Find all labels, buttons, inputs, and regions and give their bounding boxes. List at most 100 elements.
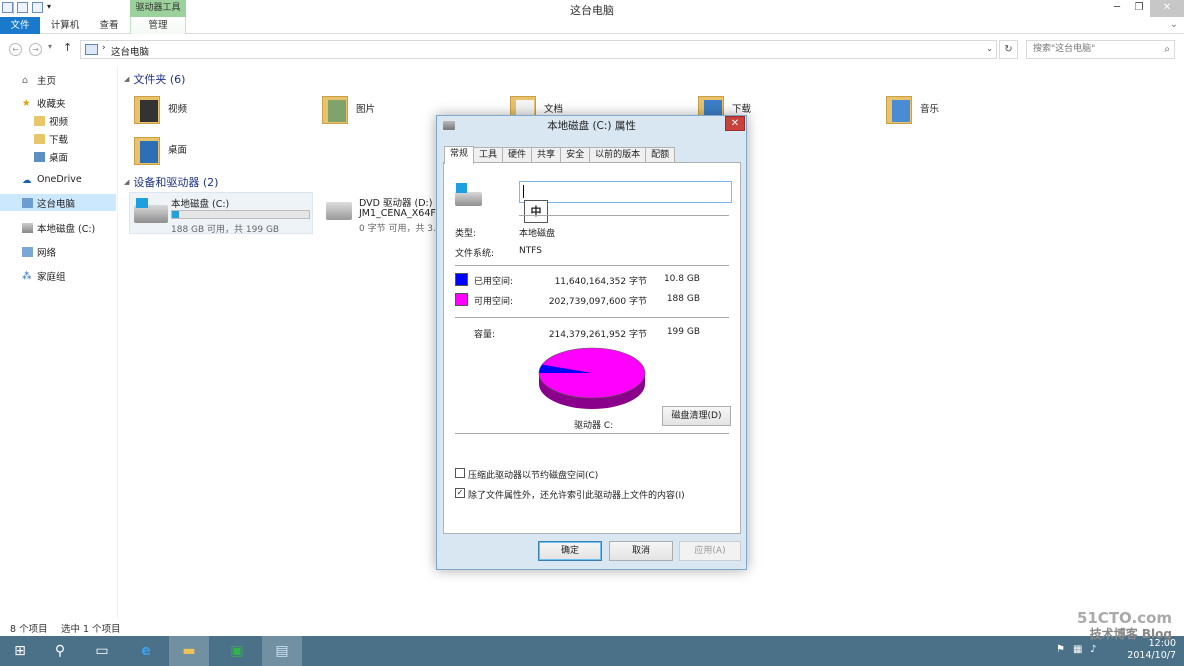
server-manager-icon[interactable]: ▤ [262, 636, 302, 666]
apply-button[interactable]: 应用(A) [679, 541, 741, 561]
start-button[interactable]: ⊞ [0, 636, 40, 666]
chevron-down-icon[interactable]: ⌄ [986, 44, 993, 53]
free-space-bytes: 202,739,097,600 字节 [548, 297, 647, 307]
used-space-bytes: 11,640,164,352 字节 [554, 277, 647, 287]
ok-button[interactable]: 确定 [538, 541, 602, 561]
refresh-button[interactable]: ↻ [999, 40, 1018, 59]
minimize-button[interactable]: ─ [1106, 0, 1128, 17]
compress-checkbox[interactable] [455, 468, 465, 478]
up-button[interactable]: ↑ [63, 41, 72, 54]
folders-group-header[interactable]: ◢ 文件夹 (6) [124, 71, 185, 87]
nav-fav-downloads[interactable]: 下载 [34, 132, 68, 146]
filesystem-label: 文件系统: [455, 249, 495, 259]
nav-homegroup[interactable]: ⁂ 家庭组 [22, 269, 66, 283]
search-placeholder: 搜索"这台电脑" [1033, 44, 1096, 54]
clock-date: 2014/10/7 [1127, 650, 1176, 661]
cancel-button[interactable]: 取消 [609, 541, 673, 561]
back-button[interactable]: ← [9, 43, 22, 56]
tab-file[interactable]: 文件 [0, 17, 40, 34]
maximize-button[interactable]: ❐ [1128, 0, 1150, 17]
ime-indicator[interactable]: 中 [524, 200, 548, 223]
desktop-folder-icon [132, 131, 162, 167]
watermark: 51CTO.com 技术博客 Blog [1077, 610, 1172, 642]
collapse-triangle-icon[interactable]: ◢ [124, 75, 129, 83]
divider [519, 215, 729, 216]
internet-explorer-icon[interactable]: e [126, 636, 166, 666]
disk-cleanup-button[interactable]: 磁盘清理(D) [662, 406, 731, 426]
search-icon[interactable]: ⌕ [1164, 41, 1170, 58]
search-taskbar-icon[interactable]: ⚲ [40, 636, 80, 666]
index-checkbox[interactable]: ✓ [455, 488, 465, 498]
nav-local-disk-label: 本地磁盘 (C:) [37, 224, 96, 235]
tab-computer[interactable]: 计算机 [44, 17, 86, 34]
nav-onedrive[interactable]: ☁ OneDrive [22, 174, 82, 186]
tab-manage[interactable]: 管理 [130, 17, 186, 34]
address-bar[interactable]: › 这台电脑 ⌄ [80, 40, 997, 59]
tab-view[interactable]: 查看 [90, 17, 128, 34]
folder-desktop-label: 桌面 [168, 145, 188, 156]
tab-security[interactable]: 安全 [560, 147, 591, 163]
devices-group-header[interactable]: ◢ 设备和驱动器 (2) [124, 174, 218, 190]
used-space-label: 已用空间: [474, 277, 514, 287]
volume-label-input[interactable] [519, 181, 732, 203]
drive-c-name: 本地磁盘 (C:) [171, 199, 230, 210]
nav-local-disk[interactable]: 本地磁盘 (C:) [22, 221, 95, 235]
tab-sharing[interactable]: 共享 [531, 147, 562, 163]
used-space-swatch [455, 273, 468, 286]
nav-fav-videos[interactable]: 视频 [34, 114, 68, 128]
capacity-bytes: 214,379,261,952 字节 [548, 330, 647, 340]
capacity-gb: 199 GB [666, 327, 700, 337]
forward-button[interactable]: → [29, 43, 42, 56]
nav-network[interactable]: 网络 [22, 245, 56, 259]
file-explorer-taskbar-icon[interactable]: ▬ [169, 636, 209, 666]
breadcrumb-this-pc[interactable]: 这台电脑 [111, 44, 149, 58]
window-title: 这台电脑 [570, 4, 614, 17]
close-button[interactable]: ✕ [1150, 0, 1184, 17]
ribbon-expand-icon[interactable]: ⌄ [1170, 19, 1178, 30]
taskbar: ⊞ ⚲ ▭ e ▬ ▣ ▤ ⚑ ▦ ♪ 12:00 2014/10/7 [0, 636, 1184, 666]
recent-dropdown-icon[interactable]: ▾ [48, 42, 52, 51]
chevron-right-icon[interactable]: › [102, 43, 106, 53]
divider [455, 433, 729, 434]
store-icon[interactable]: ▣ [217, 636, 257, 666]
drive-c-tile[interactable]: 本地磁盘 (C:) 188 GB 可用，共 199 GB [129, 192, 313, 235]
drive-d-label: JM1_CENA_X64FR [359, 208, 443, 219]
dialog-title: 本地磁盘 (C:) 属性 [547, 120, 636, 132]
nav-home[interactable]: ⌂ 主页 [22, 73, 56, 87]
nav-fav-desktop[interactable]: 桌面 [34, 150, 68, 164]
navigation-pane: ⌂ 主页 ★ 收藏夹 视频 下载 桌面 ☁ OneDrive 这台电脑 本地磁盘 (C… [0, 66, 118, 618]
folder-desktop[interactable]: 桌面 [132, 131, 187, 167]
search-input[interactable]: 搜索"这台电脑" ⌕ [1026, 40, 1175, 59]
drive-c-usage-bar [171, 210, 310, 219]
tab-quota[interactable]: 配额 [645, 147, 676, 163]
videos-folder-icon [34, 116, 45, 126]
downloads-folder-icon [34, 134, 45, 144]
folder-pictures[interactable]: 图片 [320, 90, 375, 126]
videos-folder-icon [132, 90, 162, 126]
folder-videos[interactable]: 视频 [132, 90, 187, 126]
nav-favorites[interactable]: ★ 收藏夹 [22, 96, 66, 110]
watermark-main: 51CTO.com [1076, 609, 1172, 627]
computer-icon [85, 44, 98, 55]
task-view-icon[interactable]: ▭ [82, 636, 122, 666]
windows-logo-icon [136, 198, 148, 208]
tray-network-icon[interactable]: ▦ [1073, 644, 1082, 655]
computer-icon [22, 197, 33, 208]
tray-flag-icon[interactable]: ⚑ [1056, 644, 1065, 655]
free-space-swatch [455, 293, 468, 306]
collapse-triangle-icon[interactable]: ◢ [124, 178, 129, 186]
tray-volume-icon[interactable]: ♪ [1090, 644, 1096, 655]
drive-d-free-text: 0 字节 可用，共 3.8 [359, 224, 442, 234]
tab-tools[interactable]: 工具 [473, 147, 504, 163]
tab-previous-versions[interactable]: 以前的版本 [589, 147, 647, 163]
general-panel: 中 类型: 本地磁盘 文件系统: NTFS 已用空间: 11,640,164,3… [443, 162, 741, 534]
dialog-close-button[interactable]: ✕ [725, 116, 745, 131]
nav-this-pc[interactable]: 这台电脑 [0, 194, 116, 211]
nav-fav-downloads-label: 下载 [49, 135, 69, 146]
dialog-tabs: 常规 工具 硬件 共享 安全 以前的版本 配额 [444, 146, 676, 164]
tab-hardware[interactable]: 硬件 [502, 147, 533, 163]
tab-general[interactable]: 常规 [444, 146, 475, 164]
folder-music[interactable]: 音乐 [884, 90, 939, 126]
homegroup-icon: ⁂ [22, 271, 32, 282]
drive-d-tile[interactable]: DVD 驱动器 (D:) JM1_CENA_X64FR 0 字节 可用，共 3.… [324, 194, 444, 234]
